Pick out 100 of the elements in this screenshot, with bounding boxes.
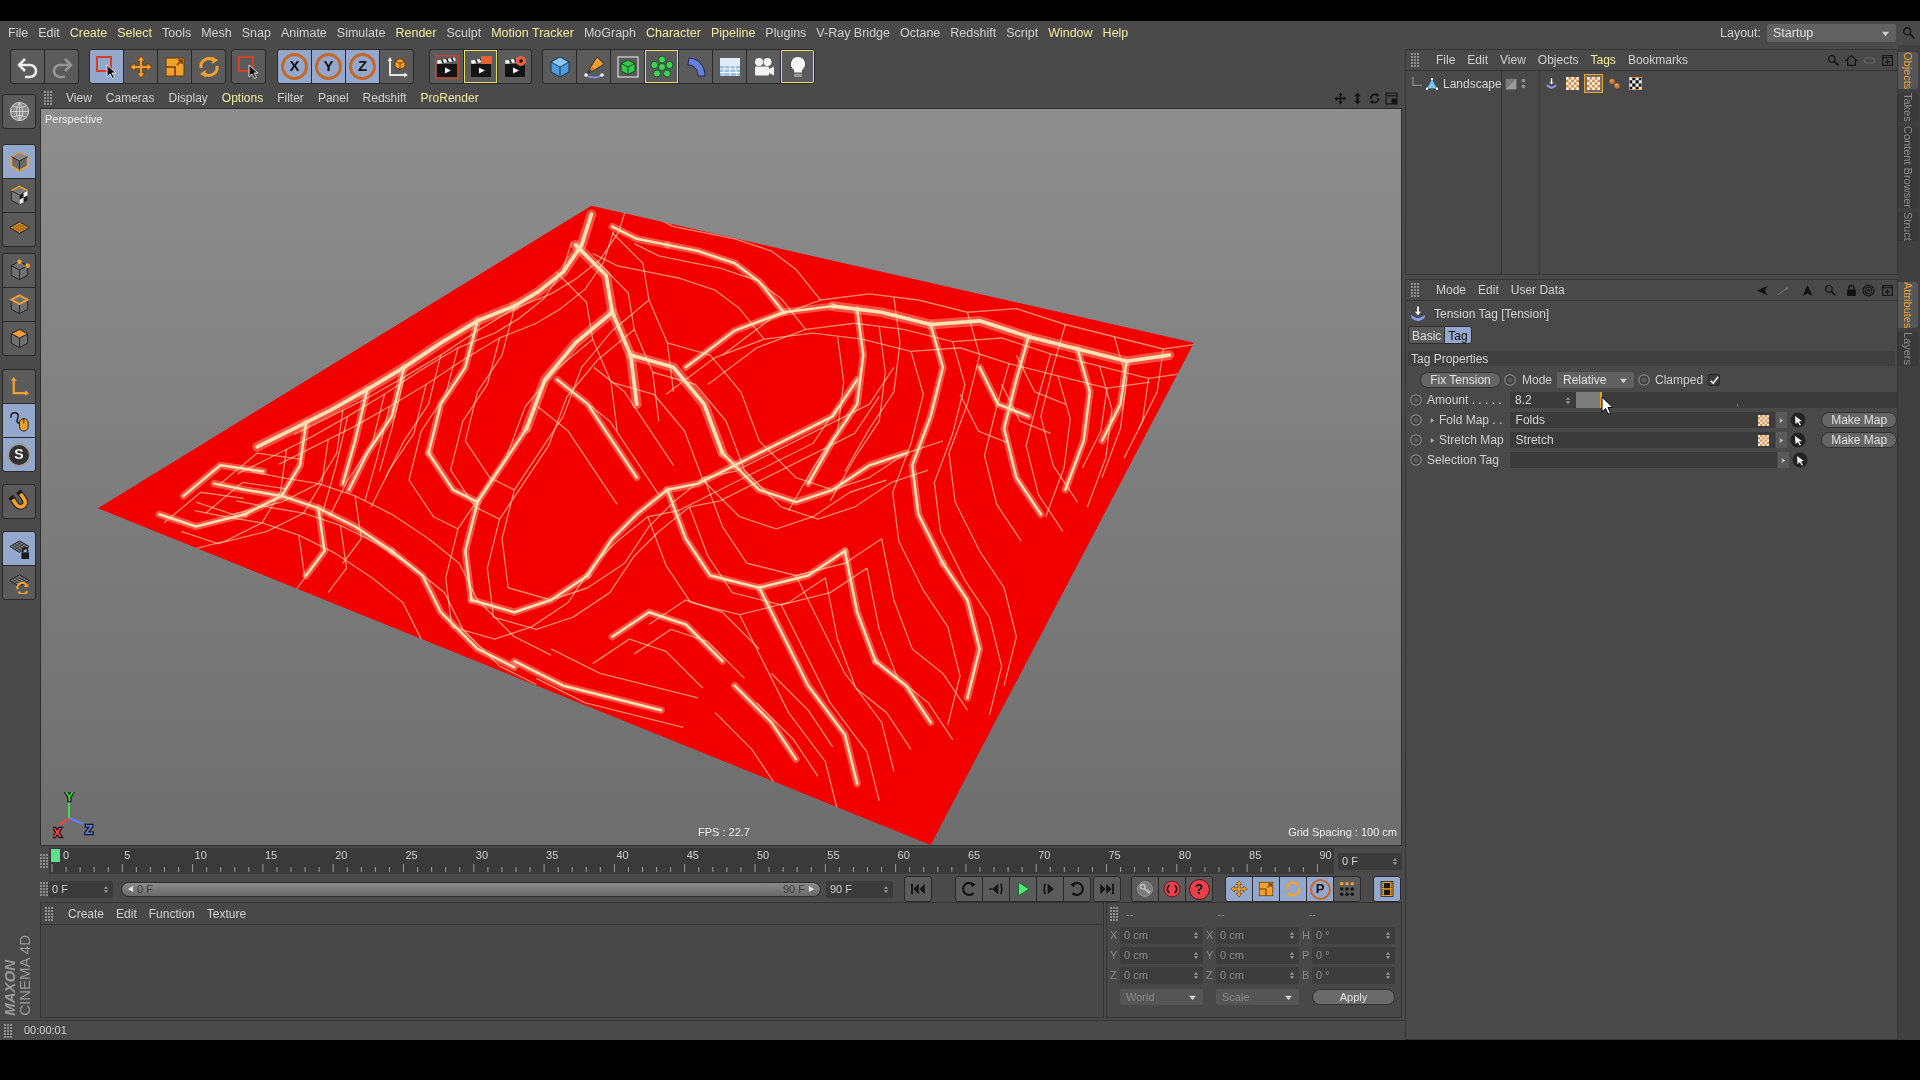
model-mode-button[interactable] bbox=[2, 144, 36, 179]
go-to-end-button[interactable] bbox=[1093, 876, 1121, 902]
menu-item[interactable]: Edit bbox=[1472, 281, 1505, 299]
end-frame-field[interactable]: 90 F bbox=[826, 880, 893, 898]
pick-cursor-icon[interactable] bbox=[1792, 452, 1808, 468]
keyframe-dot-icon[interactable] bbox=[1410, 414, 1422, 426]
menu-item[interactable]: Simulate bbox=[331, 23, 391, 43]
menu-item[interactable]: Select bbox=[112, 23, 157, 43]
tweak-mode-button[interactable] bbox=[2, 403, 36, 438]
dock-tab[interactable]: Content Browser bbox=[1898, 126, 1918, 208]
previous-key-button[interactable] bbox=[955, 876, 983, 902]
points-mode-button[interactable] bbox=[2, 253, 36, 288]
expand-triangle-icon[interactable] bbox=[1430, 436, 1435, 444]
axis-lock-button[interactable]: X bbox=[277, 49, 312, 84]
menu-item[interactable]: Tags bbox=[1584, 51, 1622, 69]
checkbox[interactable] bbox=[1708, 374, 1721, 386]
keyframe-dot-icon[interactable] bbox=[1410, 454, 1422, 466]
expand-triangle-icon[interactable] bbox=[1430, 416, 1435, 424]
status-dots-icon[interactable] bbox=[1521, 78, 1526, 89]
record-scale-button[interactable] bbox=[1252, 876, 1280, 902]
menu-item[interactable]: Create bbox=[64, 23, 113, 43]
dock-tab[interactable]: Struct bbox=[1898, 212, 1918, 241]
record-rotation-button[interactable] bbox=[1279, 876, 1307, 902]
menu-item[interactable]: Mesh bbox=[196, 23, 237, 43]
render-button[interactable] bbox=[463, 49, 498, 84]
menu-item[interactable]: Animate bbox=[275, 23, 332, 43]
menu-item[interactable]: View bbox=[1494, 51, 1532, 69]
menu-item[interactable]: View bbox=[59, 89, 99, 107]
render-settings-button[interactable] bbox=[497, 49, 532, 84]
half-square-icon[interactable] bbox=[1505, 77, 1517, 90]
environment-button[interactable] bbox=[712, 49, 747, 84]
make-editable-button[interactable] bbox=[2, 94, 36, 129]
menu-item[interactable]: Snap bbox=[236, 23, 276, 43]
menu-item[interactable]: Help bbox=[1097, 23, 1134, 43]
polygons-mode-button[interactable] bbox=[2, 321, 36, 356]
menu-item[interactable]: Redshift bbox=[355, 89, 414, 107]
selection-tool-button[interactable] bbox=[231, 49, 266, 84]
menu-item[interactable]: Display bbox=[161, 89, 215, 107]
axis-lock-button[interactable]: Z bbox=[345, 49, 380, 84]
locked-workplane-button[interactable] bbox=[2, 531, 36, 566]
menu-item[interactable]: Edit bbox=[1461, 51, 1495, 69]
menu-item[interactable]: Function bbox=[142, 904, 201, 923]
dock-tab[interactable]: Objects bbox=[1898, 52, 1918, 90]
cloner-button[interactable] bbox=[644, 49, 679, 84]
pick-cursor-icon[interactable] bbox=[1790, 432, 1807, 448]
menu-item[interactable]: File bbox=[3, 23, 34, 43]
menu-item[interactable]: Edit bbox=[33, 23, 65, 43]
menu-item[interactable]: Edit bbox=[110, 904, 143, 923]
link-field[interactable]: Folds bbox=[1509, 412, 1776, 428]
current-frame-field[interactable]: 0 F bbox=[1338, 852, 1402, 870]
texture-mode-button[interactable] bbox=[2, 178, 36, 213]
dock-tab[interactable]: Takes bbox=[1898, 93, 1918, 123]
camera-button[interactable] bbox=[746, 49, 781, 84]
coordinate-system-button[interactable] bbox=[379, 49, 414, 84]
checker-swatch-icon[interactable] bbox=[1563, 74, 1582, 93]
dock-tab[interactable]: Layers bbox=[1898, 332, 1918, 366]
record-point-level-button[interactable] bbox=[1333, 876, 1361, 902]
undo-button[interactable] bbox=[10, 49, 45, 84]
solo-button[interactable]: S bbox=[2, 437, 36, 472]
keyframe-dot-icon[interactable] bbox=[1410, 434, 1422, 446]
snap-button[interactable] bbox=[2, 484, 36, 519]
link-field[interactable] bbox=[1510, 452, 1777, 468]
menu-item[interactable]: Character bbox=[641, 23, 706, 43]
record-parameter-button[interactable]: P bbox=[1306, 876, 1334, 902]
rotate-tool-button[interactable] bbox=[191, 49, 226, 84]
menu-item[interactable]: Render bbox=[390, 23, 442, 43]
menu-item[interactable]: Panel bbox=[310, 89, 356, 107]
scale-tool-button[interactable] bbox=[157, 49, 192, 84]
axis-lock-button[interactable]: Y bbox=[311, 49, 346, 84]
autokey-button[interactable] bbox=[1158, 876, 1186, 902]
menu-item[interactable]: Redshift bbox=[945, 23, 1002, 43]
menu-item[interactable]: V-Ray Bridge bbox=[811, 23, 895, 43]
workplane-mode-button[interactable] bbox=[2, 212, 36, 247]
menu-item[interactable]: Motion Tracker bbox=[486, 23, 579, 43]
timeline-ruler[interactable]: 0 5 10 15 20 25 30 35 40 45 50 55 60 65 70 75 80 85 90 bbox=[49, 848, 1334, 874]
menu-item[interactable]: Script bbox=[1001, 23, 1044, 43]
link-field[interactable]: Stretch bbox=[1509, 432, 1776, 448]
selection-tool-button[interactable] bbox=[89, 49, 124, 84]
render-view-button[interactable] bbox=[429, 49, 464, 84]
menu-item[interactable]: Create bbox=[62, 904, 111, 923]
checker-swatch-icon[interactable] bbox=[1584, 74, 1603, 93]
make-map-button[interactable]: Make Map bbox=[1821, 412, 1897, 428]
keyframe-dot-icon[interactable] bbox=[1638, 374, 1651, 386]
menu-item[interactable]: Bookmarks bbox=[1621, 51, 1694, 69]
menu-item[interactable]: File bbox=[1430, 51, 1462, 69]
keyframe-selection-button[interactable]: ? bbox=[1185, 876, 1213, 902]
record-position-button[interactable] bbox=[1225, 876, 1253, 902]
dock-tab[interactable]: Attributes bbox=[1898, 282, 1918, 329]
move-tool-button[interactable] bbox=[123, 49, 158, 84]
menu-item[interactable]: Sculpt bbox=[441, 23, 487, 43]
menu-item[interactable]: Objects bbox=[1531, 51, 1585, 69]
link-menu-button[interactable] bbox=[1776, 412, 1788, 428]
menu-item[interactable]: Octane bbox=[895, 23, 946, 43]
planar-workplane-button[interactable] bbox=[2, 565, 36, 600]
cube-object-button[interactable] bbox=[542, 49, 577, 84]
menu-item[interactable]: Mode bbox=[1430, 281, 1473, 299]
menu-item[interactable]: Window bbox=[1043, 23, 1098, 43]
play-button[interactable] bbox=[1009, 876, 1037, 902]
fix-tension-button[interactable]: Fix Tension bbox=[1420, 372, 1501, 388]
menu-item[interactable]: Cameras bbox=[98, 89, 162, 107]
